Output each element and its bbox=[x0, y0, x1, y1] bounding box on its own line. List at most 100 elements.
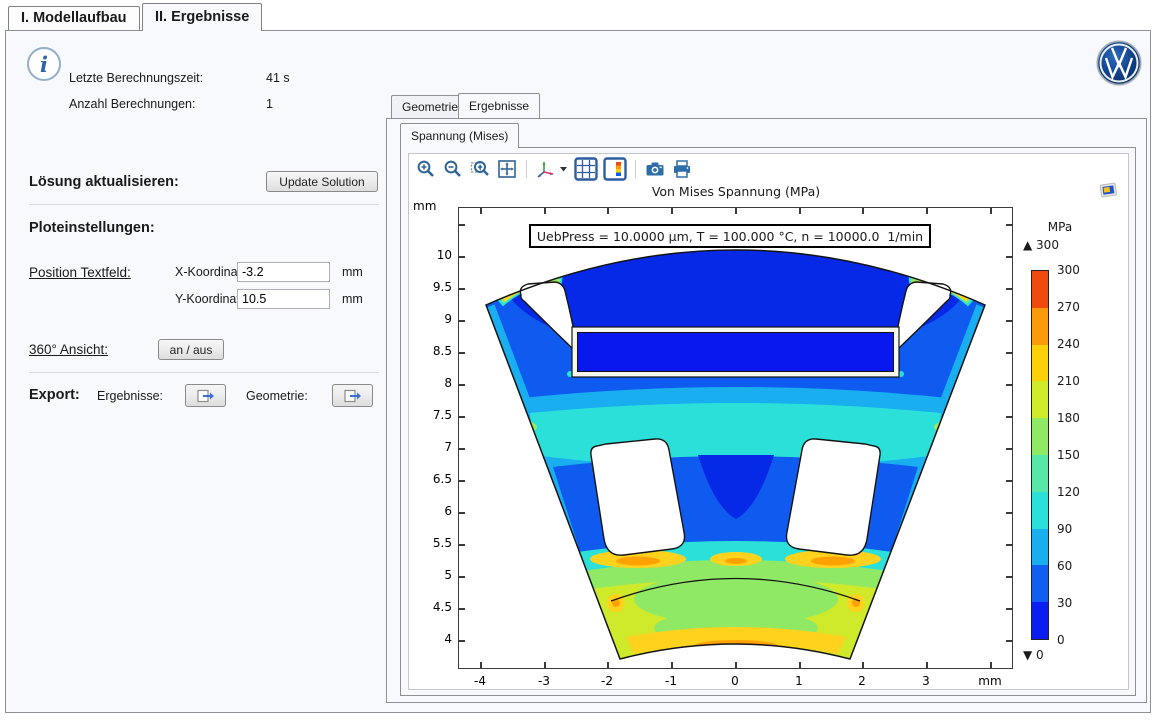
print-icon[interactable] bbox=[671, 158, 693, 180]
colorbar-band bbox=[1032, 418, 1048, 455]
colorbar-band bbox=[1032, 271, 1048, 308]
x-tick-label: -3 bbox=[524, 674, 564, 688]
zoom-box-icon[interactable] bbox=[469, 158, 491, 180]
view-360-toggle-button[interactable]: an / aus bbox=[158, 339, 224, 360]
colorbar-tick-label: 300 bbox=[1057, 263, 1080, 277]
grid-icon[interactable] bbox=[574, 157, 598, 181]
y-tick bbox=[1006, 480, 1012, 482]
y-tick bbox=[459, 384, 465, 386]
y-tick bbox=[1006, 576, 1012, 578]
colorbar-tick-label: 240 bbox=[1057, 337, 1080, 351]
zoom-in-icon[interactable] bbox=[415, 158, 437, 180]
tab-ergebnisse[interactable]: II. Ergebnisse bbox=[142, 3, 262, 31]
y-tick bbox=[459, 640, 465, 642]
x-tick-label: 2 bbox=[842, 674, 882, 688]
colorbar-tick-label: 120 bbox=[1057, 485, 1080, 499]
x-tick-label: -1 bbox=[651, 674, 691, 688]
plot-panel: Von Mises Spannung (MPa) mm bbox=[400, 147, 1136, 696]
plot-frame bbox=[458, 207, 1013, 669]
computation-count-value: 1 bbox=[266, 97, 273, 111]
x-tick bbox=[735, 208, 737, 214]
colorbar-band bbox=[1032, 345, 1048, 382]
export-geometry-button[interactable] bbox=[332, 384, 373, 407]
x-tick bbox=[799, 208, 801, 214]
colorbar-tick-label: 60 bbox=[1057, 559, 1072, 573]
y-coordinate-input[interactable] bbox=[237, 289, 330, 309]
vw-logo bbox=[1095, 39, 1143, 87]
x-tick-label: 0 bbox=[715, 674, 755, 688]
colorbar-tick-label: 270 bbox=[1057, 300, 1080, 314]
tab-modellaufbau[interactable]: I. Modellaufbau bbox=[8, 6, 140, 31]
y-tick-label: 8 bbox=[414, 376, 452, 390]
colorbar-band bbox=[1032, 602, 1048, 639]
x-tick bbox=[544, 208, 546, 214]
toolbar-separator bbox=[635, 160, 636, 178]
colorbar-band bbox=[1032, 565, 1048, 602]
y-tick bbox=[459, 352, 465, 354]
x-tick bbox=[862, 662, 864, 668]
y-tick bbox=[459, 576, 465, 578]
graphics-window[interactable]: Von Mises Spannung (MPa) mm bbox=[408, 153, 1129, 690]
colorbar-tick-label: 30 bbox=[1057, 596, 1072, 610]
parameter-annotation: UebPress = 10.0000 µm, T = 100.000 °C, n… bbox=[529, 224, 931, 248]
zoom-extents-icon[interactable] bbox=[496, 158, 518, 180]
view-orientation-icon[interactable] bbox=[535, 158, 569, 180]
tab-spannung-mises[interactable]: Spannung (Mises) bbox=[400, 123, 519, 148]
y-tick bbox=[1006, 256, 1012, 258]
y-tick-label: 6 bbox=[414, 504, 452, 518]
y-coordinate-unit: mm bbox=[342, 292, 363, 306]
color-legend-icon[interactable] bbox=[603, 157, 627, 181]
export-results-button[interactable] bbox=[185, 384, 226, 407]
computation-count-label: Anzahl Berechnungen: bbox=[69, 97, 195, 111]
y-tick bbox=[459, 416, 465, 418]
graphics-toolbar bbox=[415, 156, 693, 182]
y-tick bbox=[1006, 320, 1012, 322]
x-tick bbox=[607, 208, 609, 214]
colorbar bbox=[1031, 270, 1049, 640]
y-tick-label: 7.5 bbox=[414, 408, 452, 422]
x-coordinate-unit: mm bbox=[342, 265, 363, 279]
colorbar-band bbox=[1032, 529, 1048, 566]
y-tick-label: 9 bbox=[414, 312, 452, 326]
x-tick bbox=[926, 662, 928, 668]
y-tick bbox=[459, 448, 465, 450]
y-tick-label: 9.5 bbox=[414, 280, 452, 294]
colorbar-tick-label: 150 bbox=[1057, 448, 1080, 462]
y-tick bbox=[459, 608, 465, 610]
export-icon bbox=[197, 389, 215, 403]
view-360-label: 360° Ansicht: bbox=[29, 342, 108, 357]
export-heading: Export: bbox=[29, 387, 80, 403]
x-tick bbox=[480, 208, 482, 214]
x-tick-label: 3 bbox=[906, 674, 946, 688]
x-tick bbox=[671, 662, 673, 668]
export-results-label: Ergebnisse: bbox=[97, 389, 163, 403]
snapshot-icon[interactable] bbox=[644, 158, 666, 180]
export-icon bbox=[344, 389, 362, 403]
x-tick bbox=[862, 208, 864, 214]
plot-settings-heading: Ploteinstellungen: bbox=[29, 220, 155, 236]
y-tick bbox=[459, 544, 465, 546]
y-tick-label: 4.5 bbox=[414, 600, 452, 614]
y-tick bbox=[1006, 224, 1012, 226]
toolbar-separator bbox=[526, 160, 527, 178]
tab-ergebnisse-plot[interactable]: Ergebnisse bbox=[458, 93, 540, 118]
y-tick bbox=[459, 320, 465, 322]
y-tick bbox=[459, 256, 465, 258]
x-tick bbox=[990, 208, 992, 214]
x-tick-label: 1 bbox=[779, 674, 819, 688]
y-tick bbox=[1006, 288, 1012, 290]
x-tick bbox=[671, 208, 673, 214]
colorbar-tick-label: 210 bbox=[1057, 374, 1080, 388]
results-panel: Spannung (Mises) bbox=[386, 118, 1147, 703]
colorbar-tick-label: 90 bbox=[1057, 522, 1072, 536]
y-tick bbox=[459, 480, 465, 482]
open-plot-window-icon[interactable] bbox=[1099, 182, 1119, 205]
last-computation-value: 41 s bbox=[266, 71, 290, 85]
y-tick bbox=[1006, 384, 1012, 386]
colorbar-band bbox=[1032, 308, 1048, 345]
y-tick bbox=[1006, 448, 1012, 450]
x-coordinate-input[interactable] bbox=[237, 262, 330, 282]
x-tick-label: -2 bbox=[587, 674, 627, 688]
zoom-out-icon[interactable] bbox=[442, 158, 464, 180]
update-solution-button[interactable]: Update Solution bbox=[266, 171, 378, 192]
